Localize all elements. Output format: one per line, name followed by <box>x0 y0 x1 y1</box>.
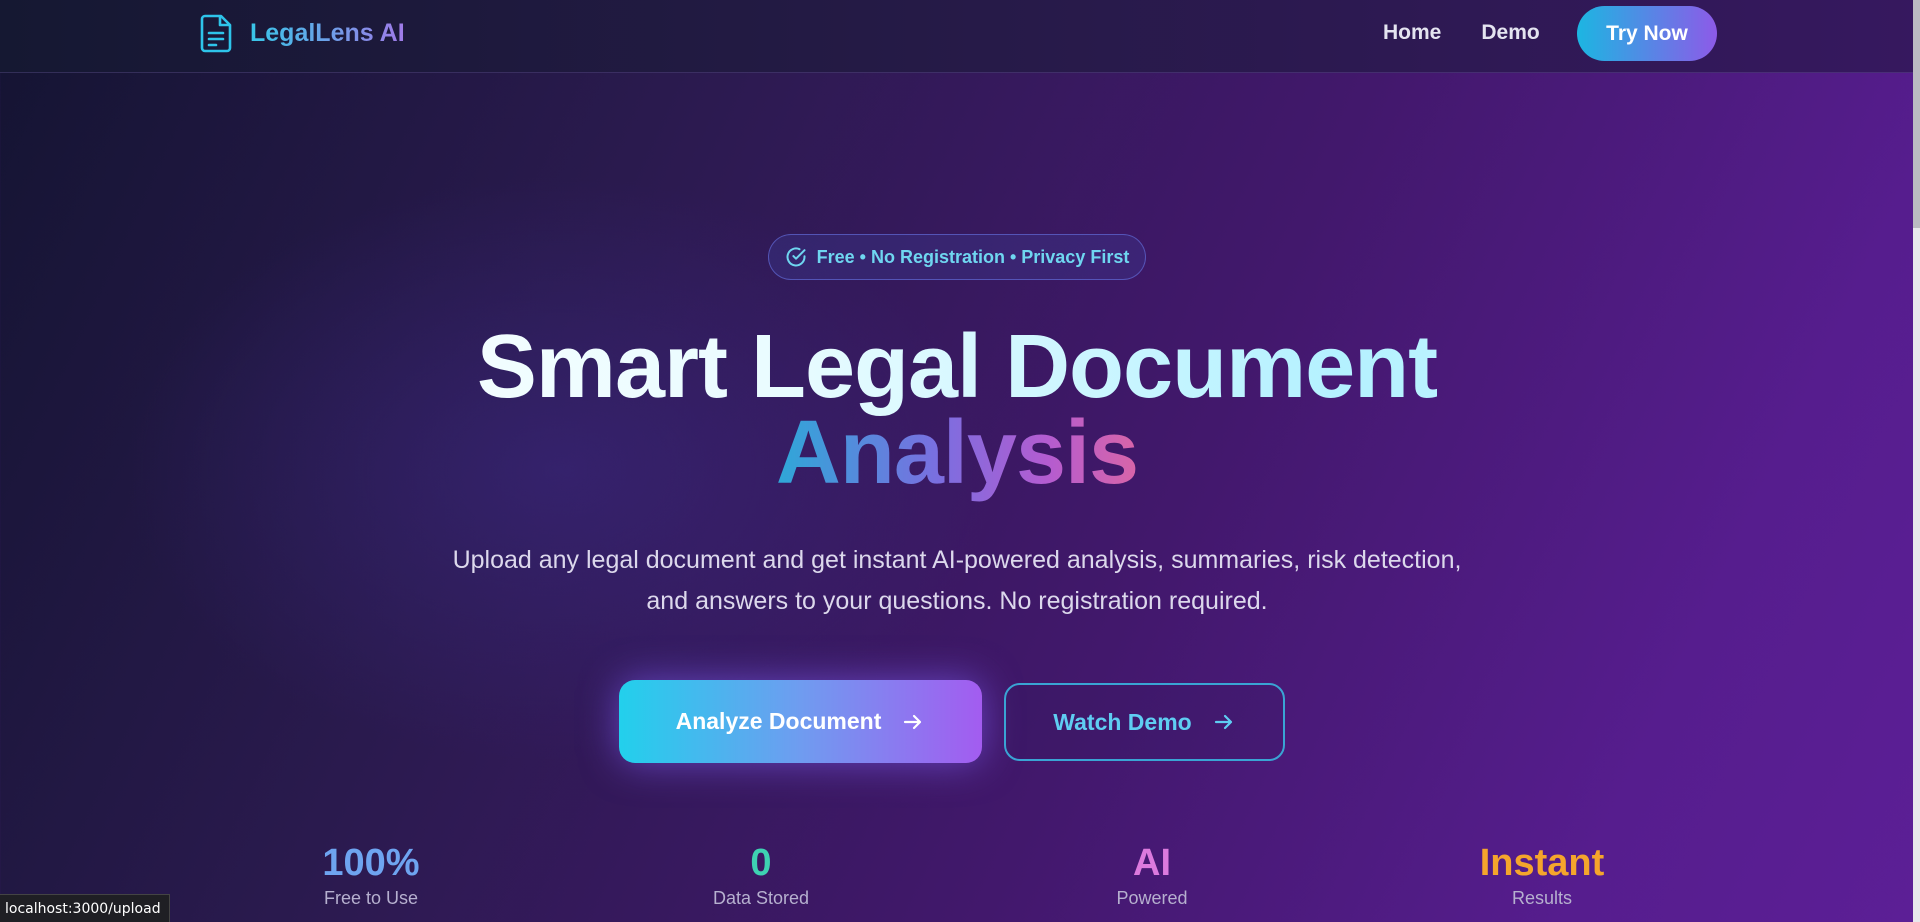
check-circle-icon <box>786 247 806 267</box>
stat-label: Results <box>1511 888 1573 908</box>
stat-value: 100% <box>322 842 420 884</box>
stat-value: 0 <box>750 842 772 884</box>
try-now-button[interactable]: Try Now <box>1577 6 1717 61</box>
stat-value: AI <box>1133 842 1171 884</box>
watch-demo-label: Watch Demo <box>1053 708 1192 735</box>
stat-label: Free to Use <box>323 888 419 908</box>
brand-logo[interactable]: LegalLens AI <box>200 13 405 53</box>
stat-instant-results: Instant Results <box>1422 840 1662 910</box>
nav-links: Home Demo <box>1383 0 1580 66</box>
arrow-right-icon <box>1214 714 1232 730</box>
brand-name: LegalLens AI <box>250 18 405 47</box>
vertical-scrollbar[interactable] <box>1913 0 1920 922</box>
watch-demo-button[interactable]: Watch Demo <box>1004 683 1285 761</box>
scrollbar-thumb[interactable] <box>1913 0 1920 228</box>
stat-free-to-use: 100% Free to Use <box>251 840 491 910</box>
document-icon <box>200 14 232 53</box>
top-navbar: LegalLens AI Home Demo Try Now <box>0 0 1920 73</box>
nav-link-home[interactable]: Home <box>1383 21 1441 45</box>
analyze-document-label: Analyze Document <box>675 708 882 734</box>
stat-label: Data Stored <box>712 888 810 908</box>
feature-badge: Free • No Registration • Privacy First <box>768 234 1146 280</box>
stat-label: Powered <box>1116 888 1188 908</box>
stat-ai-powered: AI Powered <box>1032 840 1272 910</box>
arrow-right-icon <box>904 714 922 729</box>
nav-link-demo[interactable]: Demo <box>1481 21 1539 45</box>
stat-value: Instant <box>1479 842 1605 884</box>
hero-headline: Smart Legal Document Analysis <box>0 312 1914 508</box>
link-preview-status: localhost:3000/upload <box>0 894 170 922</box>
analyze-document-button[interactable]: Analyze Document <box>619 680 982 763</box>
headline-line-2: Analysis <box>775 403 1139 503</box>
subtitle-line-2: and answers to your questions. No regist… <box>646 587 1268 615</box>
hero-subtitle: Upload any legal document and get instan… <box>0 540 1914 622</box>
subtitle-line-1: Upload any legal document and get instan… <box>452 546 1462 574</box>
feature-badge-text: Free • No Registration • Privacy First <box>816 246 1130 267</box>
stat-data-stored: 0 Data Stored <box>641 840 881 910</box>
